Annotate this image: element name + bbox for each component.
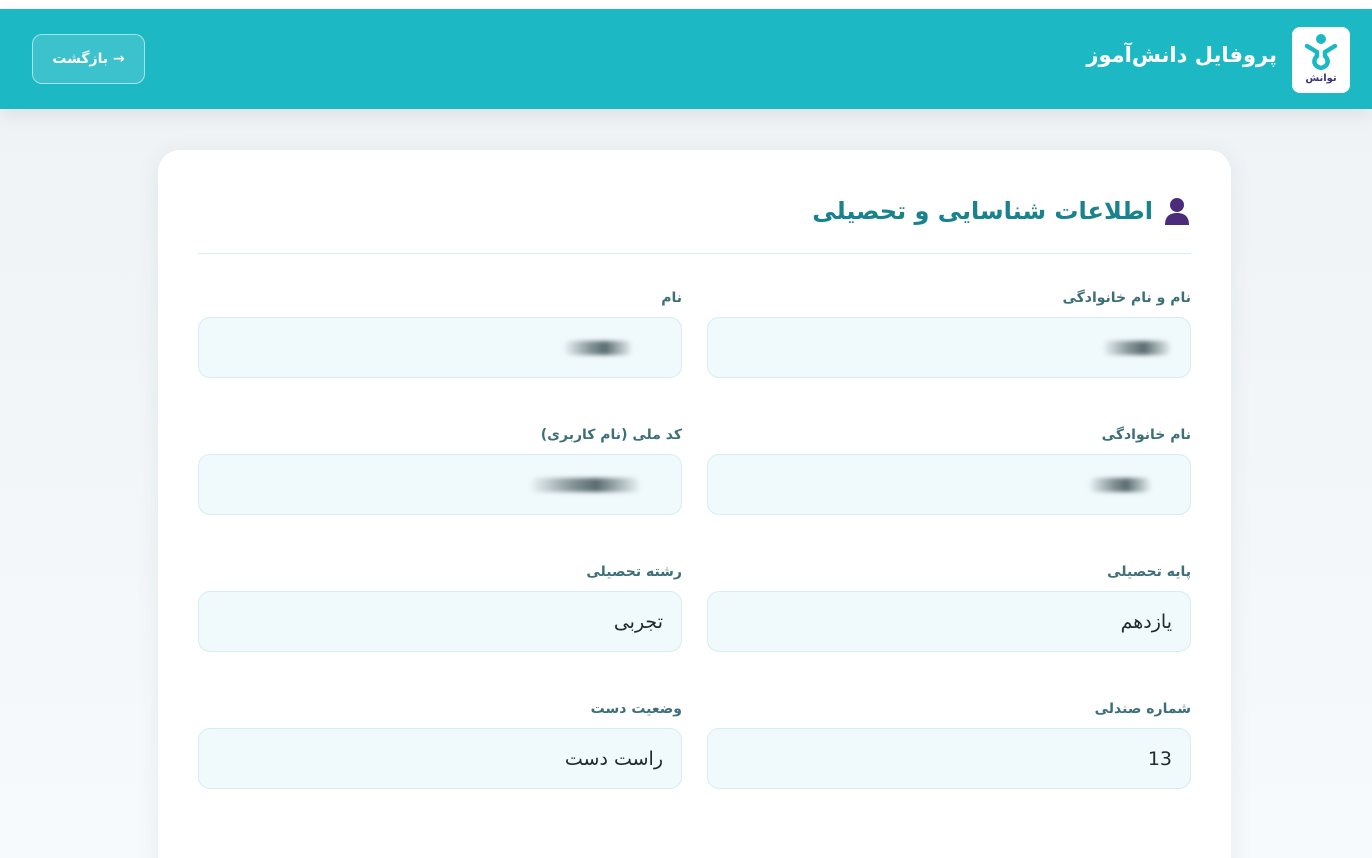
first-name-field [198,317,682,378]
section-title: اطلاعات شناسایی و تحصیلی [812,196,1191,226]
back-button[interactable]: → بازگشت [32,34,145,84]
seat-number-label: شماره صندلی [1094,701,1191,717]
first-name-value-redacted [563,340,633,355]
handedness-value: راست دست [564,747,663,770]
full-name-value-redacted [1102,340,1172,355]
page-title: پروفایل دانش‌آموز [1086,43,1277,67]
grade-field: یازدهم [707,591,1191,652]
major-value: تجربی [613,610,663,633]
section-title-text: اطلاعات شناسایی و تحصیلی [812,197,1153,225]
logo-text: توانش [1305,73,1337,84]
first-name-label: نام [661,290,682,306]
full-name-label: نام و نام خانوادگی [1062,290,1191,306]
logo-figure-icon [1304,34,1338,71]
section-divider [198,253,1191,254]
major-field: تجربی [198,591,682,652]
last-name-field [707,454,1191,515]
handedness-field: راست دست [198,728,682,789]
back-button-label: → بازگشت [52,51,125,67]
last-name-value-redacted [1088,477,1152,492]
national-code-label: کد ملی (نام کاربری) [540,427,682,443]
app-logo: توانش [1292,27,1350,93]
grade-label: پایه تحصیلی [1107,564,1191,580]
seat-number-field: 13 [707,728,1191,789]
major-label: رشته تحصیلی [586,564,682,580]
grade-value: یازدهم [1120,610,1172,633]
header-bar: → بازگشت پروفایل دانش‌آموز توانش [0,9,1372,109]
profile-page: → بازگشت پروفایل دانش‌آموز توانش اطلاعات… [0,0,1372,858]
last-name-label: نام خانوادگی [1101,427,1191,443]
profile-card: اطلاعات شناسایی و تحصیلی نام و نام خانوا… [158,150,1231,858]
user-icon [1165,198,1189,225]
national-code-field [198,454,682,515]
seat-number-value: 13 [1147,747,1172,770]
handedness-label: وضعیت دست [590,701,682,717]
full-name-field [707,317,1191,378]
top-strip [0,0,1372,9]
national-code-value-redacted [529,477,641,492]
